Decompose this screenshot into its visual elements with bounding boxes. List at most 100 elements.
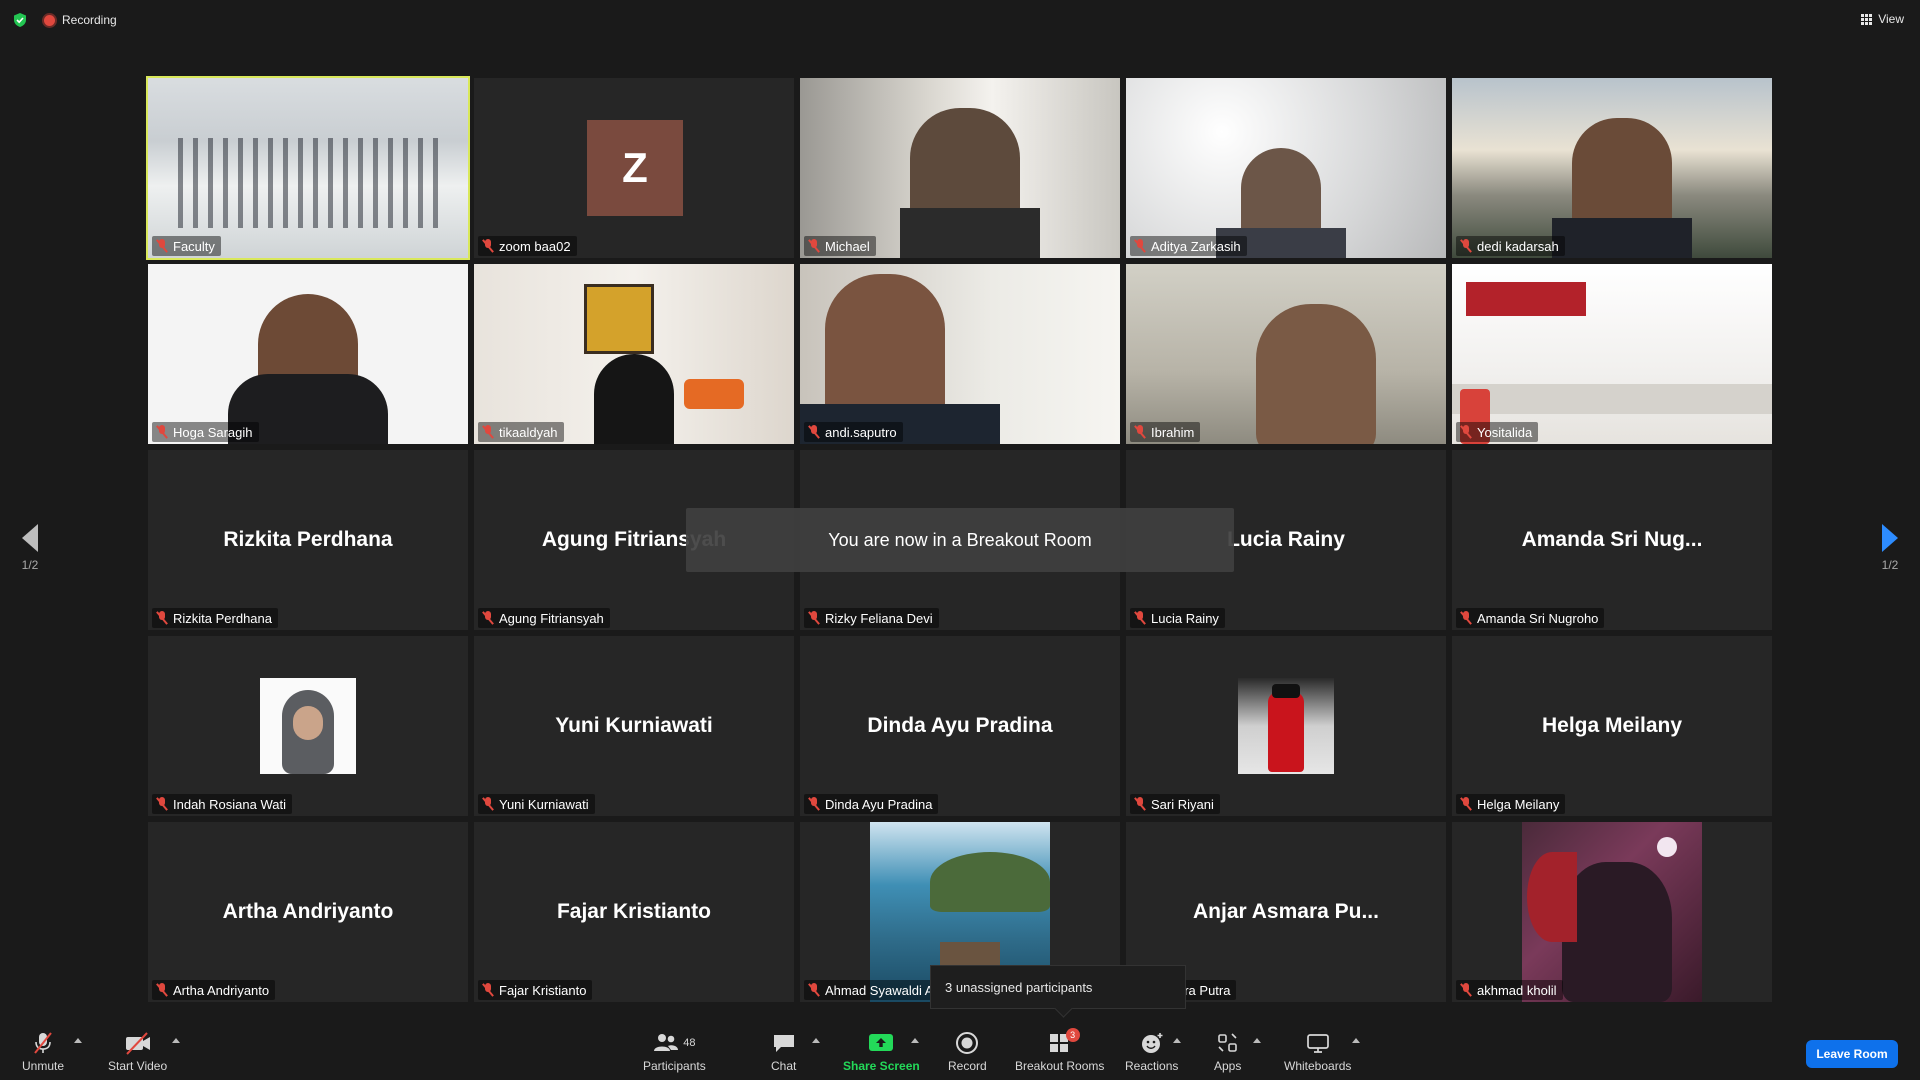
participant-name-label: Rizky Feliana Devi: [804, 608, 939, 628]
participant-tile[interactable]: Yositalida: [1452, 264, 1772, 444]
leave-room-button[interactable]: Leave Room: [1806, 1040, 1898, 1068]
participant-name: Ahmad Syawaldi A: [825, 982, 934, 998]
view-button[interactable]: View: [1861, 12, 1904, 26]
participant-tile[interactable]: Helga Meilany Helga Meilany: [1452, 636, 1772, 816]
participant-tile[interactable]: Rizkita Perdhana Rizkita Perdhana: [148, 450, 468, 630]
participant-name: Dinda Ayu Pradina: [825, 796, 933, 812]
share-screen-button[interactable]: Share Screen: [843, 1030, 920, 1073]
participant-tile[interactable]: Artha Andriyanto Artha Andriyanto: [148, 822, 468, 1002]
record-label: Record: [948, 1059, 987, 1073]
reactions-button[interactable]: Reactions: [1125, 1030, 1178, 1073]
participant-video: [1126, 78, 1446, 258]
participant-tile[interactable]: Ibrahim: [1126, 264, 1446, 444]
recording-label: Recording: [62, 13, 117, 27]
share-screen-icon: [869, 1034, 894, 1051]
participant-tile[interactable]: dedi kadarsah: [1452, 78, 1772, 258]
audio-options-caret-icon[interactable]: [74, 1038, 82, 1043]
participant-name: akhmad kholil: [1477, 982, 1557, 998]
microphone-muted-icon: [156, 611, 168, 625]
microphone-muted-icon: [808, 797, 820, 811]
microphone-muted-icon: [156, 239, 168, 253]
record-button[interactable]: Record: [948, 1030, 987, 1073]
participant-tile[interactable]: Sari Riyani: [1126, 636, 1446, 816]
participants-button[interactable]: 48 Participants: [643, 1030, 706, 1073]
participant-name: Faculty: [173, 238, 215, 254]
microphone-muted-icon: [482, 611, 494, 625]
recording-dot-icon: [44, 14, 55, 26]
participant-tile[interactable]: Yuni Kurniawati Yuni Kurniawati: [474, 636, 794, 816]
breakout-rooms-label: Breakout Rooms: [1015, 1059, 1105, 1073]
participant-tile[interactable]: akhmad kholil: [1452, 822, 1772, 1002]
apps-options-caret-icon[interactable]: [1253, 1038, 1261, 1043]
participant-tile[interactable]: Hoga Saragih: [148, 264, 468, 444]
participant-name-label: Agung Fitriansyah: [478, 608, 610, 628]
whiteboards-label: Whiteboards: [1284, 1059, 1352, 1073]
participant-name-label: Faculty: [152, 236, 221, 256]
microphone-muted-icon: [808, 425, 820, 439]
participant-name-label: Aditya Zarkasih: [1130, 236, 1247, 256]
participant-display-name: Helga Meilany: [1541, 714, 1683, 737]
shield-icon[interactable]: [12, 12, 28, 28]
participant-name-label: Yositalida: [1456, 422, 1539, 442]
microphone-muted-icon: [1134, 239, 1146, 253]
participant-name: Rizkita Perdhana: [173, 610, 272, 626]
participant-tile[interactable]: Michael: [800, 78, 1120, 258]
avatar: Z: [587, 120, 683, 216]
microphone-muted-icon: [1460, 239, 1472, 253]
previous-page-button[interactable]: 1/2: [18, 524, 42, 572]
chat-options-caret-icon[interactable]: [812, 1038, 820, 1043]
whiteboards-button[interactable]: Whiteboards: [1284, 1030, 1351, 1073]
participant-video: [474, 264, 794, 444]
reactions-options-caret-icon[interactable]: [1173, 1038, 1181, 1043]
video-camera-off-icon: [125, 1032, 150, 1055]
participant-name-label: andi.saputro: [804, 422, 903, 442]
participant-tile[interactable]: Zzoom baa02: [474, 78, 794, 258]
participant-name-label: Rizkita Perdhana: [152, 608, 278, 628]
participant-video: [800, 78, 1120, 258]
participant-name: zoom baa02: [499, 238, 571, 254]
participant-name: Michael: [825, 238, 870, 254]
participant-video: [800, 264, 1120, 444]
whiteboard-icon: [1306, 1034, 1329, 1053]
next-page-button[interactable]: 1/2: [1878, 524, 1902, 572]
participant-name-label: Michael: [804, 236, 876, 256]
arrow-right-icon: [1882, 524, 1898, 552]
chat-bubble-icon: [773, 1035, 794, 1052]
video-options-caret-icon[interactable]: [172, 1038, 180, 1043]
microphone-muted-icon: [482, 239, 494, 253]
participant-name-label: Artha Andriyanto: [152, 980, 276, 1000]
participant-tile[interactable]: Fajar Kristianto Fajar Kristianto: [474, 822, 794, 1002]
recording-indicator[interactable]: Recording: [44, 12, 117, 28]
share-options-caret-icon[interactable]: [911, 1038, 919, 1043]
participant-video: [1452, 264, 1772, 444]
microphone-muted-icon: [1460, 983, 1472, 997]
participant-tile[interactable]: tikaaldyah: [474, 264, 794, 444]
participants-count: 48: [683, 1037, 696, 1049]
participants-icon: [654, 1034, 679, 1051]
microphone-muted-icon: [1460, 611, 1472, 625]
breakout-room-toast: You are now in a Breakout Room: [686, 508, 1234, 572]
participant-name: Ibrahim: [1151, 424, 1195, 440]
participant-display-name: Fajar Kristianto: [556, 900, 712, 923]
participant-name-label: zoom baa02: [478, 236, 577, 256]
participant-name: Rizky Feliana Devi: [825, 610, 933, 626]
profile-picture: [1238, 678, 1334, 774]
breakout-rooms-button[interactable]: 3 Breakout Rooms: [1015, 1028, 1105, 1073]
participant-tile[interactable]: Aditya Zarkasih: [1126, 78, 1446, 258]
record-icon: [956, 1032, 979, 1054]
unmute-button[interactable]: Unmute: [22, 1030, 64, 1073]
chat-button[interactable]: Chat: [771, 1030, 796, 1073]
participant-tile[interactable]: Faculty: [146, 76, 470, 260]
apps-button[interactable]: Apps: [1214, 1030, 1241, 1073]
participant-tile[interactable]: Dinda Ayu Pradina Dinda Ayu Pradina: [800, 636, 1120, 816]
share-screen-label: Share Screen: [843, 1059, 920, 1073]
participant-tile[interactable]: andi.saputro: [800, 264, 1120, 444]
participant-tile[interactable]: Indah Rosiana Wati: [148, 636, 468, 816]
whiteboards-options-caret-icon[interactable]: [1352, 1038, 1360, 1043]
start-video-button[interactable]: Start Video: [108, 1030, 167, 1073]
participant-name: Hoga Saragih: [173, 424, 253, 440]
participant-tile[interactable]: Amanda Sri Nug... Amanda Sri Nugroho: [1452, 450, 1772, 630]
page-indicator-right: 1/2: [1881, 558, 1899, 572]
participant-display-name: Amanda Sri Nug...: [1521, 528, 1703, 551]
participant-name-label: Ahmad Syawaldi A: [804, 980, 940, 1000]
